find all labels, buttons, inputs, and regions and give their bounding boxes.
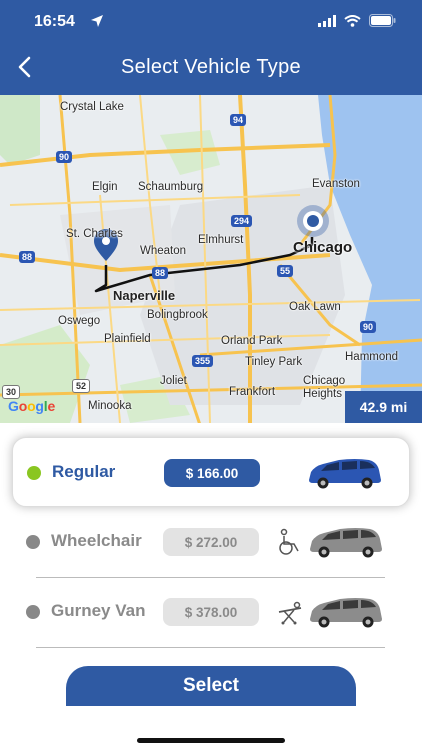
map-canvas — [0, 95, 422, 423]
location-arrow-icon — [91, 15, 103, 27]
signal-icon — [318, 14, 336, 27]
highway-shield: 355 — [192, 355, 214, 367]
map-label: Plainfield — [104, 333, 151, 345]
destination-marker-icon — [297, 205, 329, 237]
map-label: Crystal Lake — [60, 101, 124, 113]
vehicle-option-gurney-van[interactable]: Gurney Van $ 378.00 — [12, 577, 410, 647]
map-label: Tinley Park — [245, 356, 303, 368]
map-label: Chicago — [293, 239, 353, 256]
map-label: St. Charles — [66, 228, 123, 240]
vehicle-price: $ 272.00 — [163, 528, 259, 556]
vehicle-label: Regular — [52, 462, 116, 481]
vehicle-price: $ 378.00 — [163, 598, 259, 626]
map-label: Oswego — [58, 315, 101, 327]
highway-shield: 88 — [19, 251, 36, 263]
map-label: Elgin — [92, 181, 118, 193]
unselected-indicator — [26, 535, 40, 549]
page-title: Select Vehicle Type — [121, 56, 301, 78]
home-indicator — [137, 738, 285, 743]
wifi-icon — [344, 14, 361, 27]
distance-badge: 42.9 mi — [345, 391, 422, 423]
vehicle-price: $ 166.00 — [164, 459, 260, 487]
map-label: Naperville — [113, 288, 176, 303]
highway-shield: 94 — [230, 114, 247, 126]
minivan-icon — [310, 598, 382, 628]
map-label: Orland Park — [221, 335, 283, 347]
vehicle-option-regular[interactable]: Regular $ 166.00 — [12, 437, 410, 507]
highway-shield: 55 — [277, 265, 294, 277]
route-map[interactable]: Crystal Lake Elgin Schaumburg Evanston S… — [0, 95, 422, 423]
map-label: Oak Lawn — [289, 301, 341, 313]
battery-icon — [369, 14, 396, 27]
select-button[interactable]: Select — [66, 666, 356, 706]
status-icons — [318, 14, 396, 27]
wheelchair-icon — [279, 528, 299, 555]
map-label: Frankfort — [229, 386, 276, 398]
map-label: Elmhurst — [198, 234, 244, 246]
vehicle-label: Wheelchair — [51, 531, 142, 550]
google-logo: Google — [8, 398, 56, 414]
selected-indicator — [27, 466, 41, 480]
minivan-icon — [309, 459, 381, 489]
highway-shield: 52 — [72, 379, 91, 393]
divider — [36, 647, 385, 648]
gurney-icon — [278, 601, 302, 625]
minivan-icon — [310, 528, 382, 558]
highway-shield: 90 — [56, 151, 73, 163]
map-label: Joliet — [160, 375, 187, 387]
map-label: Evanston — [312, 178, 360, 190]
highway-shield: 90 — [360, 321, 377, 333]
map-label: Schaumburg — [138, 181, 204, 193]
map-label: Bolingbrook — [147, 309, 208, 321]
highway-shield: 30 — [2, 385, 21, 399]
map-label: Minooka — [88, 400, 132, 412]
highway-shield: 294 — [231, 215, 253, 227]
status-time: 16:54 — [34, 13, 75, 30]
vehicle-label: Gurney Van — [51, 601, 146, 620]
header: 16:54 Select Vehicle Type — [0, 0, 422, 95]
map-label: Hammond — [345, 351, 399, 363]
vehicle-option-wheelchair[interactable]: Wheelchair $ 272.00 — [12, 507, 410, 577]
map-label: Wheaton — [140, 245, 187, 257]
highway-shield: 88 — [152, 267, 169, 279]
unselected-indicator — [26, 605, 40, 619]
